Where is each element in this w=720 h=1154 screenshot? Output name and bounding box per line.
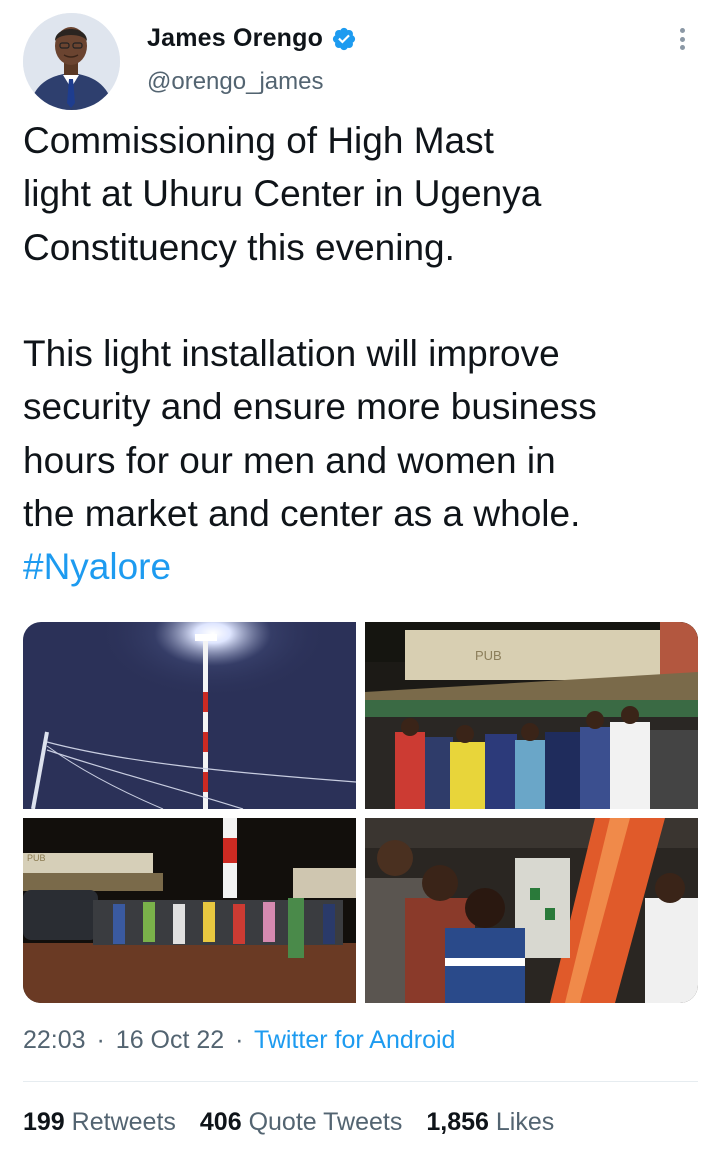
quote-tweets-label: Quote Tweets [248, 1108, 403, 1136]
more-dot [679, 45, 685, 50]
tweet-line: light at Uhuru Center in Ugenya [23, 173, 542, 215]
more-options-icon[interactable] [670, 24, 694, 54]
tweet-text: Commissioning of High Mast light at Uhur… [23, 114, 703, 594]
tweet-source[interactable]: Twitter for Android [254, 1026, 455, 1054]
tweet-line: hours for our men and women in [23, 439, 556, 481]
photo-wide-scene[interactable]: PUB [23, 818, 356, 1003]
photo-crowd-building[interactable]: PUB [365, 622, 698, 809]
quote-tweets-count: 406 [199, 1108, 242, 1136]
tweet-line: the market and center as a whole. [23, 493, 581, 535]
photo-high-mast[interactable] [23, 622, 356, 809]
photo-control-panel[interactable] [365, 818, 698, 1003]
meta-separator: · [235, 1026, 244, 1054]
author-handle[interactable]: @orengo_james [147, 68, 323, 96]
author-name[interactable]: James Orengo [147, 24, 323, 53]
likes-count: 1,856 [426, 1108, 489, 1136]
meta-separator: · [96, 1026, 105, 1054]
tweet-stats: 199 Retweets 406 Quote Tweets 1,856 Like… [23, 1108, 578, 1137]
avatar[interactable] [23, 13, 120, 110]
divider [23, 1081, 698, 1082]
author-name-row[interactable]: James Orengo [147, 24, 357, 53]
retweets-stat[interactable]: 199 Retweets [23, 1108, 176, 1137]
verified-badge-icon [331, 26, 357, 52]
more-dot [679, 28, 685, 33]
quote-tweets-stat[interactable]: 406 Quote Tweets [200, 1108, 402, 1137]
tweet-time[interactable]: 22:03 [23, 1026, 86, 1054]
retweets-count: 199 [23, 1108, 65, 1136]
tweet-date[interactable]: 16 Oct 22 [116, 1026, 224, 1054]
sign-text: PUB [27, 853, 46, 863]
likes-stat[interactable]: 1,856 Likes [426, 1108, 554, 1137]
tweet-line: This light installation will improve [23, 333, 560, 375]
tweet-line: security and ensure more business [23, 386, 597, 428]
tweet-line: Commissioning of High Mast [23, 120, 494, 161]
tweet-line: Constituency this evening. [23, 226, 455, 268]
tweet-meta: 22:03 · 16 Oct 22 · Twitter for Android [23, 1026, 455, 1055]
sign-text: PUB [475, 648, 502, 663]
hashtag-link[interactable]: #Nyalore [23, 540, 703, 593]
retweets-label: Retweets [71, 1108, 176, 1136]
tweet-header: James Orengo @orengo_james [0, 0, 720, 120]
media-grid: PUB PUB [23, 622, 698, 1003]
likes-label: Likes [495, 1108, 555, 1136]
more-dot [679, 36, 685, 42]
